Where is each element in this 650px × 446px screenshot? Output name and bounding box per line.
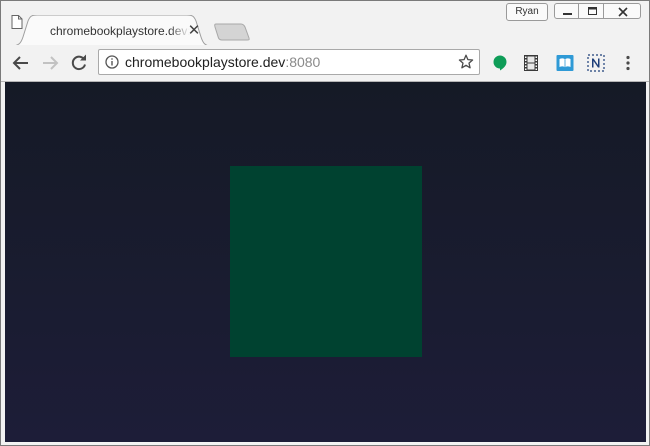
hangouts-extension-icon[interactable] bbox=[490, 53, 510, 73]
address-bar[interactable]: chromebookplaystore.dev:8080 bbox=[98, 49, 480, 75]
url-port: :8080 bbox=[285, 54, 321, 70]
minimize-icon bbox=[563, 13, 572, 15]
back-icon[interactable] bbox=[11, 53, 31, 73]
url-host: chromebookplaystore.dev bbox=[125, 54, 286, 70]
star-icon[interactable] bbox=[458, 54, 474, 70]
title-bar: chromebookplaystore.dev:8080 ✕ Ryan bbox=[1, 1, 649, 46]
page-icon bbox=[11, 15, 23, 29]
film-extension-icon[interactable] bbox=[521, 53, 541, 73]
close-icon bbox=[618, 7, 628, 17]
n-extension-icon[interactable] bbox=[586, 53, 606, 73]
browser-tab[interactable]: chromebookplaystore.dev:8080 ✕ bbox=[11, 15, 211, 46]
page-content bbox=[5, 82, 646, 442]
reload-icon[interactable] bbox=[69, 53, 89, 73]
tab-close-icon[interactable]: ✕ bbox=[187, 23, 201, 38]
new-tab-button[interactable] bbox=[214, 23, 250, 41]
url-text[interactable]: chromebookplaystore.dev:8080 bbox=[125, 54, 320, 70]
toolbar: chromebookplaystore.dev:8080 bbox=[1, 45, 649, 82]
maximize-button[interactable] bbox=[578, 3, 604, 19]
restore-icon bbox=[588, 7, 597, 15]
green-square bbox=[230, 166, 422, 357]
reader-extension-icon[interactable] bbox=[555, 53, 575, 73]
minimize-button[interactable] bbox=[554, 3, 579, 19]
close-window-button[interactable] bbox=[603, 3, 641, 19]
profile-button[interactable]: Ryan bbox=[506, 3, 548, 21]
browser-window: chromebookplaystore.dev:8080 ✕ Ryan bbox=[0, 0, 650, 446]
menu-icon[interactable] bbox=[618, 53, 638, 73]
tab-title: chromebookplaystore.dev:8080 bbox=[50, 24, 190, 38]
forward-icon[interactable] bbox=[40, 53, 60, 73]
info-icon[interactable] bbox=[105, 55, 119, 69]
